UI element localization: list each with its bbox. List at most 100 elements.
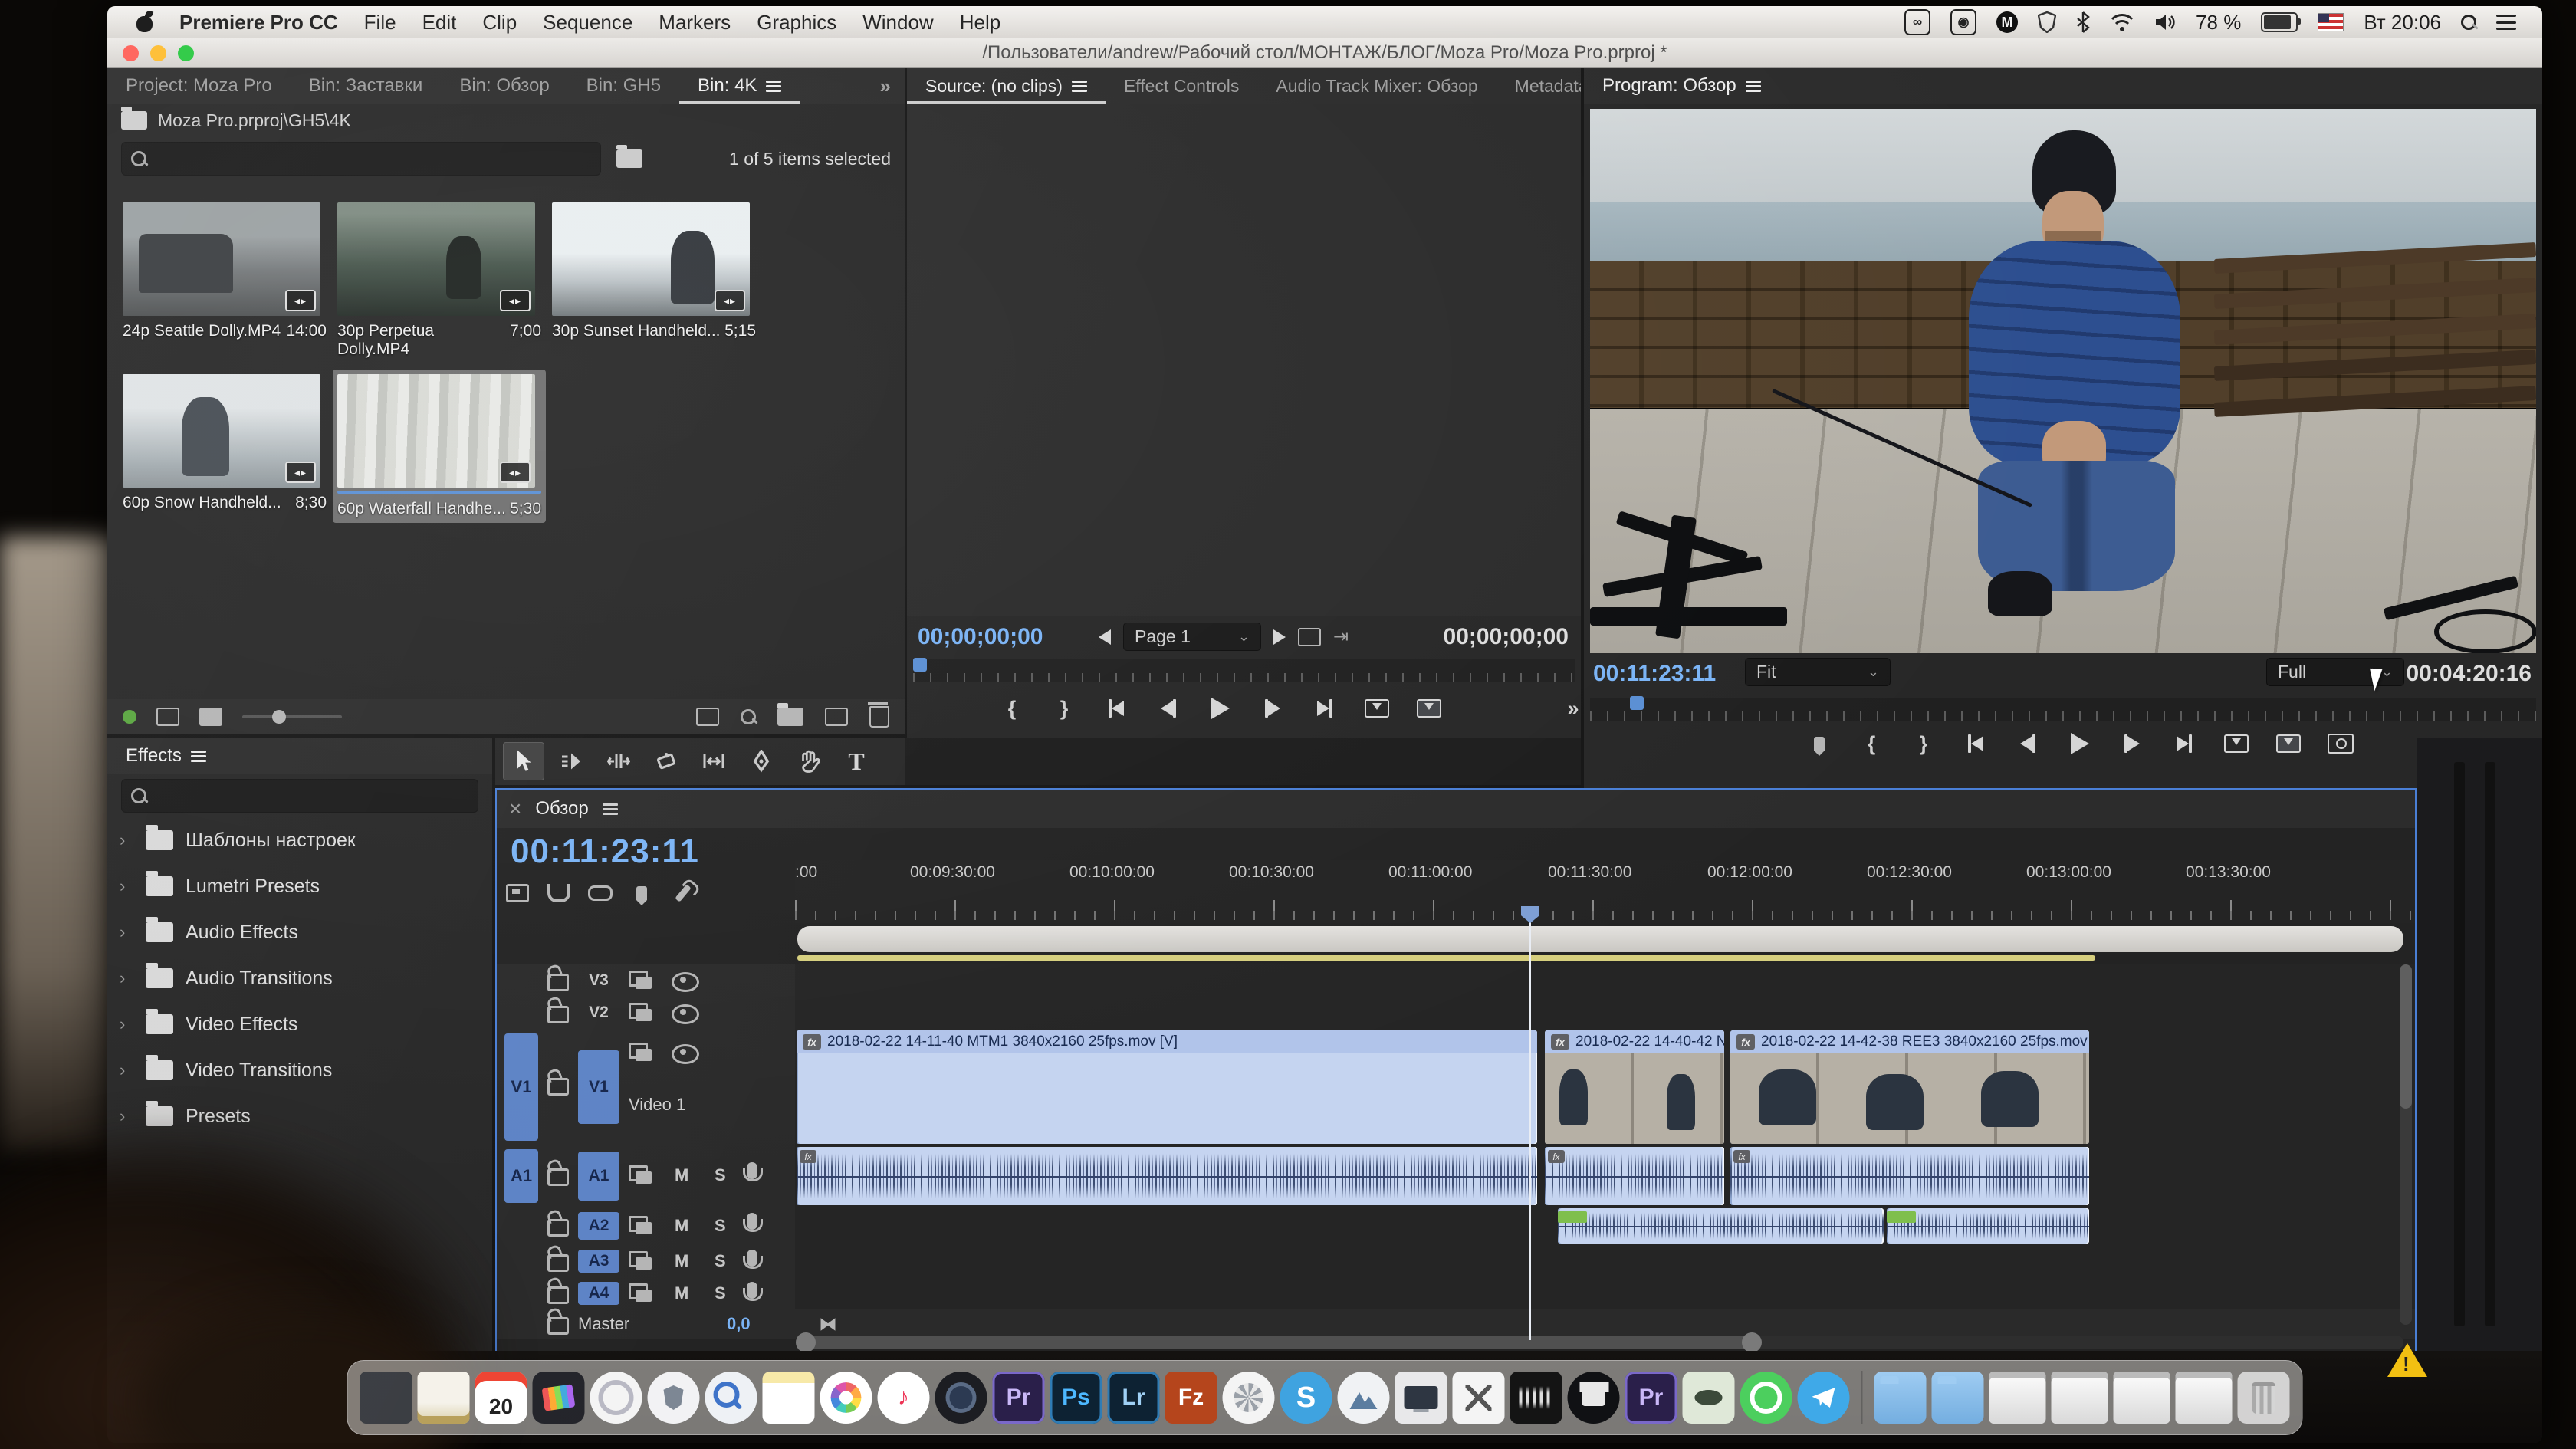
- menu-app-name[interactable]: Premiere Pro CC: [179, 11, 338, 34]
- dock-icon[interactable]: Lr: [1107, 1372, 1160, 1424]
- track-target-v1[interactable]: V1: [578, 1050, 619, 1124]
- track-a4-content[interactable]: [795, 1277, 2415, 1309]
- timeline-ruler[interactable]: :00 00:09:30:00 00:10:00:00 00:10:30:00 …: [795, 860, 2415, 923]
- media-thumbnail[interactable]: ◂▸: [552, 202, 750, 316]
- lock-icon[interactable]: [547, 1078, 569, 1096]
- tab-bin-gh5[interactable]: Bin: GH5: [568, 67, 679, 104]
- timeline-playhead-line[interactable]: [1529, 922, 1531, 1340]
- toggle-track-output-icon[interactable]: [672, 1044, 699, 1064]
- dock-icon[interactable]: [820, 1372, 872, 1424]
- lock-icon[interactable]: [547, 1317, 569, 1335]
- solo-button[interactable]: S: [715, 1216, 726, 1236]
- dock-icon[interactable]: [762, 1372, 815, 1424]
- tab-program[interactable]: Program: Обзор: [1584, 67, 1779, 104]
- program-scrub-bar[interactable]: [1590, 698, 2536, 721]
- source-patch-icon[interactable]: [629, 1283, 652, 1302]
- expand-chevron-icon[interactable]: ›: [120, 1014, 133, 1034]
- tab-metadata[interactable]: Metadata: [1497, 67, 1581, 104]
- dock-icon[interactable]: [532, 1372, 585, 1424]
- snap-magnet-icon[interactable]: [546, 882, 572, 905]
- m-app-icon[interactable]: M: [1996, 11, 2019, 34]
- battery-icon[interactable]: [2261, 12, 2302, 32]
- folder-up-icon[interactable]: [121, 107, 147, 130]
- dock-icon[interactable]: [360, 1372, 412, 1424]
- tab-effects[interactable]: Effects: [107, 738, 225, 774]
- voiceover-record-icon[interactable]: [743, 1250, 763, 1269]
- effects-folder-row[interactable]: › Audio Effects: [107, 909, 492, 955]
- media-item[interactable]: ◂▸ 30p Sunset Handheld... 5;15: [552, 202, 756, 340]
- solo-button[interactable]: S: [715, 1165, 726, 1185]
- solo-button[interactable]: S: [715, 1251, 726, 1271]
- tab-bin-4k[interactable]: Bin: 4K: [679, 67, 800, 104]
- toggle-track-output-icon[interactable]: [672, 1004, 699, 1024]
- dock-icon[interactable]: [590, 1372, 642, 1424]
- source-patch-v1[interactable]: V1: [504, 1033, 538, 1141]
- new-bin-icon[interactable]: [777, 703, 803, 726]
- close-window-button[interactable]: [123, 44, 139, 61]
- program-current-timecode[interactable]: 00:11:23:11: [1593, 661, 1716, 687]
- notification-center-icon[interactable]: [2496, 15, 2516, 30]
- track-v1-label[interactable]: Video 1: [629, 1095, 685, 1115]
- step-forward-button[interactable]: [2119, 728, 2145, 759]
- program-playhead[interactable]: [1630, 696, 1644, 710]
- extract-button[interactable]: [2275, 728, 2302, 759]
- dock-icon[interactable]: [647, 1372, 700, 1424]
- step-forward-button[interactable]: [1260, 693, 1286, 724]
- voiceover-record-icon[interactable]: [743, 1282, 763, 1301]
- track-target-v2[interactable]: V2: [578, 1001, 619, 1024]
- zoom-handle-left[interactable]: [796, 1332, 816, 1352]
- track-v3-content[interactable]: [795, 964, 2415, 997]
- source-patch-a1[interactable]: A1: [504, 1149, 538, 1203]
- dock-icon[interactable]: [1337, 1372, 1390, 1424]
- dock-icon[interactable]: [1222, 1372, 1275, 1424]
- tab-project-moza-pro[interactable]: Project: Moza Pro: [107, 67, 291, 104]
- source-patch-icon[interactable]: [629, 1216, 652, 1234]
- zoom-window-button[interactable]: [178, 44, 194, 61]
- pen-tool[interactable]: [741, 742, 782, 780]
- mark-out-button[interactable]: }: [1911, 728, 1937, 759]
- dock-icon[interactable]: [2051, 1372, 2108, 1424]
- ripple-edit-tool[interactable]: [598, 742, 639, 780]
- icon-view-icon[interactable]: [199, 708, 222, 726]
- source-patch-icon[interactable]: [629, 971, 652, 989]
- dock-icon[interactable]: [1874, 1372, 1927, 1424]
- track-target-a2[interactable]: A2: [578, 1212, 619, 1240]
- media-item[interactable]: ◂▸ 60p Snow Handheld... 8;30: [123, 374, 327, 512]
- dock-icon[interactable]: [1989, 1372, 2046, 1424]
- play-button[interactable]: [1208, 693, 1234, 724]
- lock-icon[interactable]: [547, 1006, 569, 1024]
- step-back-button[interactable]: [2015, 728, 2041, 759]
- track-a2-content[interactable]: [795, 1207, 2415, 1245]
- program-video-frame[interactable]: [1590, 109, 2536, 653]
- menu-help[interactable]: Help: [960, 11, 1001, 34]
- search-bin-icon[interactable]: [616, 145, 642, 168]
- fit-selector[interactable]: Fit ⌄: [1745, 658, 1891, 686]
- timeline-clip[interactable]: fx2018-02-22 14-40-42 NJYX: [1545, 1030, 1724, 1144]
- track-target-a1[interactable]: A1: [578, 1152, 619, 1201]
- mark-in-button[interactable]: {: [1858, 728, 1884, 759]
- dock-icon[interactable]: ♪: [877, 1372, 930, 1424]
- dock-icon[interactable]: [417, 1372, 470, 1424]
- nest-sequence-toggle-icon[interactable]: [504, 882, 531, 905]
- track-a1-content[interactable]: fx fx fx: [795, 1145, 2415, 1207]
- panel-menu-icon[interactable]: [1745, 80, 1761, 92]
- expand-chevron-icon[interactable]: ›: [120, 922, 133, 942]
- play-button[interactable]: [2067, 728, 2093, 759]
- overwrite-button[interactable]: [1416, 693, 1442, 724]
- go-to-in-button[interactable]: [1963, 728, 1989, 759]
- media-item-selected[interactable]: ◂▸ 60p Waterfall Handhe... 5;30: [333, 370, 546, 523]
- audio-clip[interactable]: fx: [1730, 1147, 2089, 1205]
- tab-bin-obzor[interactable]: Bin: Обзор: [441, 67, 567, 104]
- media-item[interactable]: ◂▸ 24p Seattle Dolly.MP4 14:00: [123, 202, 327, 340]
- toggle-track-output-icon[interactable]: [672, 972, 699, 992]
- effects-folder-row[interactable]: › Audio Transitions: [107, 955, 492, 1001]
- source-patch-icon[interactable]: [629, 1003, 652, 1021]
- creative-cloud-icon[interactable]: ∞: [1904, 9, 1931, 35]
- slip-tool[interactable]: [693, 742, 734, 780]
- media-thumbnail[interactable]: ◂▸: [123, 374, 320, 488]
- media-thumbnail[interactable]: ◂▸: [337, 202, 535, 316]
- dock-icon[interactable]: [1510, 1372, 1562, 1424]
- audio-clip[interactable]: fx: [797, 1147, 1537, 1205]
- media-thumbnail[interactable]: ◂▸: [337, 374, 535, 488]
- add-marker-button[interactable]: [1806, 728, 1832, 759]
